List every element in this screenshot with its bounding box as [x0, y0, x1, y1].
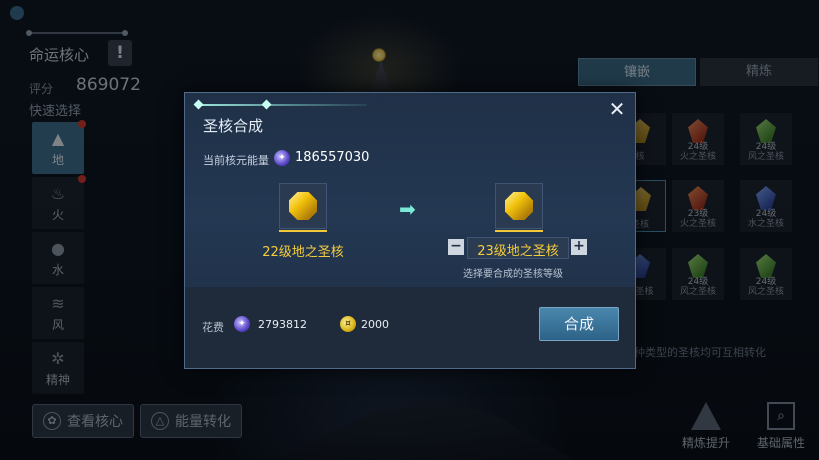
- source-core-slot: [279, 183, 327, 232]
- target-core-name: 23级地之圣核: [477, 244, 559, 259]
- increase-level-button[interactable]: +: [571, 239, 587, 255]
- title-decoration: [197, 104, 367, 106]
- cost-energy-value: 2793812: [258, 318, 307, 331]
- energy-orb-icon: ✦: [274, 150, 290, 166]
- cost-coin-value: 2000: [361, 318, 389, 331]
- dialog-title: 圣核合成: [203, 117, 264, 135]
- source-core-name: 22级地之圣核: [262, 245, 344, 260]
- decor-diamond: [261, 99, 272, 110]
- target-core-slot: [495, 183, 543, 232]
- energy-orb-icon: ✦: [234, 316, 250, 332]
- energy-value: 186557030: [295, 150, 370, 165]
- earth-core-icon: [289, 192, 317, 220]
- coin-icon: ¤: [340, 316, 356, 332]
- decor-diamond: [193, 99, 204, 110]
- cost-label: 花费: [202, 321, 224, 334]
- decrease-level-button[interactable]: −: [448, 239, 464, 255]
- earth-core-icon: [505, 192, 533, 220]
- close-icon[interactable]: ✕: [607, 99, 627, 119]
- synthesize-button[interactable]: 合成: [539, 307, 619, 341]
- select-level-hint: 选择要合成的圣核等级: [463, 269, 563, 280]
- energy-label: 当前核元能量: [203, 154, 269, 167]
- synthesis-dialog: 圣核合成 ✕ 当前核元能量 ✦ 186557030 22级地之圣核 ➡ − 23…: [184, 92, 636, 369]
- arrow-right-icon: ➡: [399, 197, 416, 221]
